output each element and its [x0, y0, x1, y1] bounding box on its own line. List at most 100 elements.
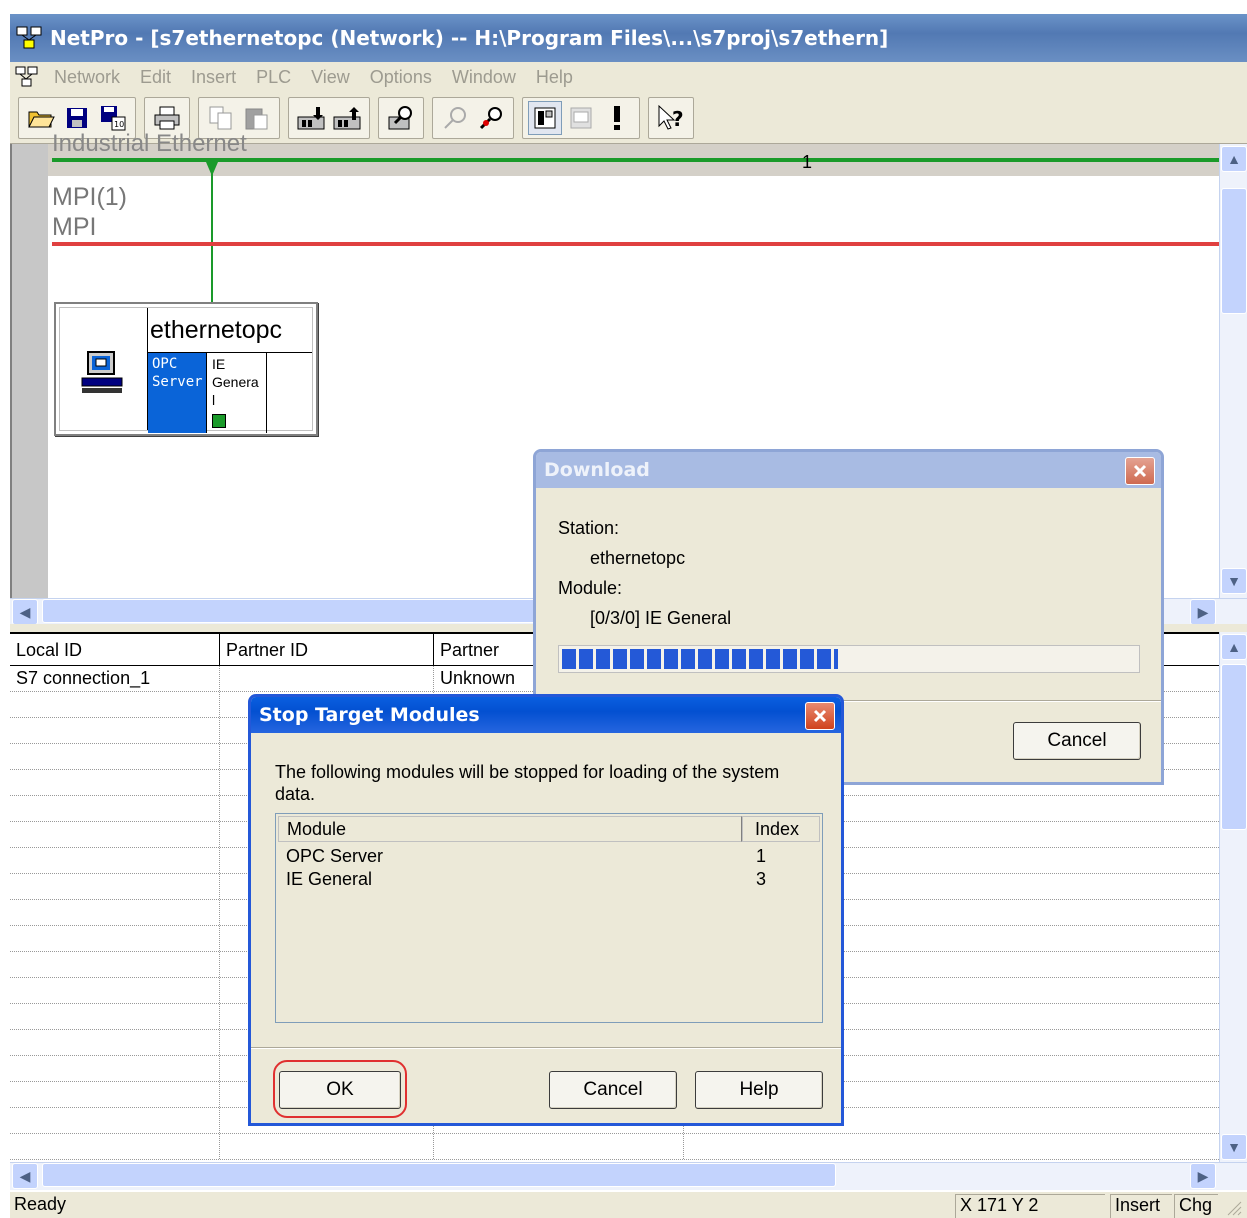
- stop-dialog-title: Stop Target Modules: [259, 704, 480, 726]
- connection-tool-icon[interactable]: [474, 101, 508, 135]
- module-name: IE General: [286, 869, 373, 889]
- netpro-app-icon: [14, 24, 44, 52]
- toolbar-group-help: ?: [648, 96, 694, 139]
- status-coords: X 171 Y 2: [955, 1194, 1105, 1218]
- pc-station-icon: [80, 350, 124, 401]
- network-vscroll-thumb[interactable]: [1221, 188, 1247, 314]
- column-partner-id[interactable]: Partner ID: [220, 634, 434, 665]
- list-item[interactable]: OPC Server 1: [286, 846, 816, 868]
- scroll-up-icon[interactable]: ▲: [1221, 634, 1247, 660]
- download-cancel-button[interactable]: Cancel: [1013, 722, 1141, 760]
- menu-edit[interactable]: Edit: [130, 67, 181, 88]
- menu-insert[interactable]: Insert: [181, 67, 246, 88]
- scroll-down-icon[interactable]: ▼: [1221, 568, 1247, 594]
- module-index: 1: [756, 846, 767, 866]
- toolbar-group-view: [522, 96, 640, 139]
- download-icon[interactable]: [294, 101, 328, 135]
- scroll-up-icon[interactable]: ▲: [1221, 146, 1247, 172]
- toolbar-group-connect: [432, 96, 514, 139]
- scroll-right-icon[interactable]: ▶: [1190, 599, 1216, 625]
- scroll-left-icon[interactable]: ◀: [12, 1163, 38, 1189]
- status-mode: Insert: [1110, 1194, 1172, 1218]
- svg-text:?: ?: [672, 107, 684, 131]
- cancel-button[interactable]: Cancel: [549, 1071, 677, 1109]
- download-dialog-titlebar[interactable]: Download: [536, 452, 1161, 488]
- status-text: Ready: [14, 1194, 67, 1214]
- status-bar: Ready X 171 Y 2 Insert Chg: [10, 1192, 1247, 1218]
- close-icon[interactable]: [1125, 457, 1155, 485]
- close-icon[interactable]: [805, 702, 835, 730]
- help-pointer-icon[interactable]: ?: [654, 101, 688, 135]
- mpi-label-line-2: MPI: [52, 213, 97, 241]
- dialog-separator: [251, 1047, 841, 1049]
- slot-ie-line-3: l: [212, 392, 216, 408]
- station-label: Station:: [558, 518, 620, 538]
- resize-grip-icon[interactable]: [1224, 1198, 1242, 1216]
- module-value: [0/3/0] IE General: [590, 608, 732, 628]
- modules-listbox[interactable]: Module Index OPC Server 1 IE General 3: [275, 813, 823, 1023]
- toolbar-group-diag: [378, 96, 424, 139]
- cell-partner-id: [220, 666, 434, 691]
- interface-status-indicator: [212, 414, 226, 428]
- svg-text:10: 10: [114, 120, 124, 129]
- slot-opc-line-2: Server: [152, 374, 203, 390]
- window-titlebar[interactable]: NetPro - [s7ethernetopc (Network) -- H:\…: [10, 14, 1247, 62]
- window-title: NetPro - [s7ethernetopc (Network) -- H:\…: [50, 26, 889, 50]
- module-index: 3: [756, 869, 767, 889]
- station-ethernetopc[interactable]: ethernetopc OPC Server IE Genera l: [54, 302, 318, 436]
- display-toggle-icon[interactable]: [528, 100, 562, 135]
- module-label: Module:: [558, 578, 623, 598]
- help-button[interactable]: Help: [695, 1071, 823, 1109]
- station-frame: ethernetopc OPC Server IE Genera l: [59, 307, 313, 433]
- menu-plc[interactable]: PLC: [246, 67, 301, 88]
- menu-help[interactable]: Help: [526, 67, 583, 88]
- document-icon[interactable]: [10, 64, 44, 90]
- exclamation-icon[interactable]: [600, 101, 634, 135]
- network-vertical-scrollbar[interactable]: ▲ ▼: [1219, 144, 1247, 598]
- ethernet-number: 1: [802, 152, 812, 172]
- menu-bar: Network Edit Insert PLC View Options Win…: [10, 62, 1247, 92]
- list-item[interactable]: IE General 3: [286, 869, 816, 891]
- slot-ie-line-2: Genera: [212, 374, 259, 390]
- scroll-down-icon[interactable]: ▼: [1221, 1134, 1247, 1160]
- menu-options[interactable]: Options: [360, 67, 442, 88]
- modules-list-header: Module Index: [278, 816, 820, 842]
- slot-opc-line-1: OPC: [152, 356, 178, 372]
- stop-target-modules-dialog[interactable]: Stop Target Modules The following module…: [248, 694, 844, 1126]
- stop-dialog-titlebar[interactable]: Stop Target Modules: [251, 697, 841, 733]
- mpi-subnet-label: MPI(1) MPI: [52, 182, 127, 242]
- station-view-icon[interactable]: [564, 101, 598, 135]
- menu-window[interactable]: Window: [442, 67, 526, 88]
- mpi-label-line-1: MPI(1): [52, 183, 127, 211]
- download-dialog-title: Download: [544, 459, 650, 481]
- table-hscroll-thumb[interactable]: [42, 1163, 836, 1187]
- slot-ie-line-1: IE: [212, 356, 226, 372]
- table-row: [10, 1134, 1219, 1160]
- scroll-right-icon[interactable]: ▶: [1190, 1163, 1216, 1189]
- menu-network[interactable]: Network: [44, 67, 130, 88]
- slot-divider-end: [266, 353, 267, 433]
- scroll-left-icon[interactable]: ◀: [12, 599, 38, 625]
- disabled-tool-icon[interactable]: [438, 101, 472, 135]
- status-chg: Chg: [1174, 1194, 1218, 1218]
- table-horizontal-scrollbar[interactable]: ◀ ▶: [10, 1162, 1247, 1190]
- toolbar-group-plc: [288, 96, 370, 139]
- column-index[interactable]: Index: [742, 816, 820, 842]
- ok-button[interactable]: OK: [279, 1071, 401, 1109]
- upload-icon[interactable]: [330, 101, 364, 135]
- column-local-id[interactable]: Local ID: [10, 634, 220, 665]
- table-vscroll-thumb[interactable]: [1221, 664, 1247, 830]
- slot-divider: [206, 353, 207, 433]
- module-slot-opc-server[interactable]: OPC Server: [148, 353, 206, 433]
- station-name: ethernetopc: [150, 316, 283, 344]
- module-name: OPC Server: [286, 846, 384, 866]
- download-progress-fill: [562, 649, 838, 669]
- download-progress-bar: [558, 645, 1140, 673]
- station-value: ethernetopc: [590, 548, 686, 568]
- menu-view[interactable]: View: [301, 67, 360, 88]
- table-vertical-scrollbar[interactable]: ▲ ▼: [1219, 632, 1247, 1162]
- stop-dialog-message: The following modules will be stopped fo…: [275, 762, 780, 804]
- column-module[interactable]: Module: [278, 816, 742, 842]
- cell-local-id: S7 connection_1: [10, 666, 220, 691]
- diagnose-icon[interactable]: [384, 101, 418, 135]
